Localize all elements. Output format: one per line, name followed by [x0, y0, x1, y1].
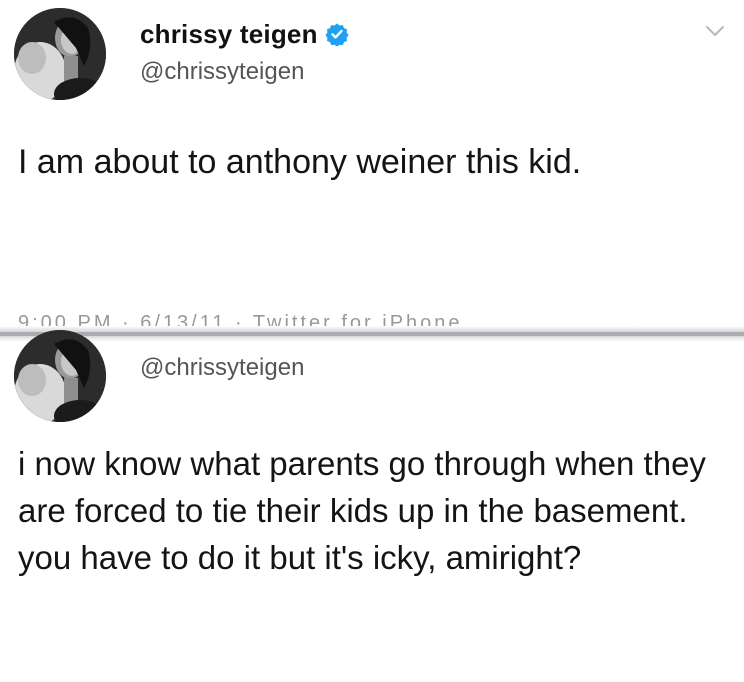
- display-name[interactable]: chrissy teigen: [140, 19, 318, 50]
- tweet-card-1[interactable]: chrissy teigen @chrissyteigen I am about…: [0, 0, 744, 330]
- tweet-text: I am about to anthony weiner this kid.: [18, 143, 582, 181]
- handle[interactable]: @chrissyteigen: [140, 354, 304, 382]
- tweet-card-2[interactable]: @chrissyteigen i now know what parents g…: [0, 330, 744, 682]
- avatar[interactable]: [14, 8, 106, 100]
- tweet-text: i now know what parents go through when …: [18, 445, 706, 577]
- chevron-down-icon[interactable]: [704, 20, 726, 42]
- avatar[interactable]: [14, 330, 106, 422]
- name-row: chrissy teigen: [140, 14, 349, 54]
- verified-badge-icon: [325, 22, 349, 47]
- seam-line: [0, 332, 744, 336]
- handle[interactable]: @chrissyteigen: [140, 58, 304, 86]
